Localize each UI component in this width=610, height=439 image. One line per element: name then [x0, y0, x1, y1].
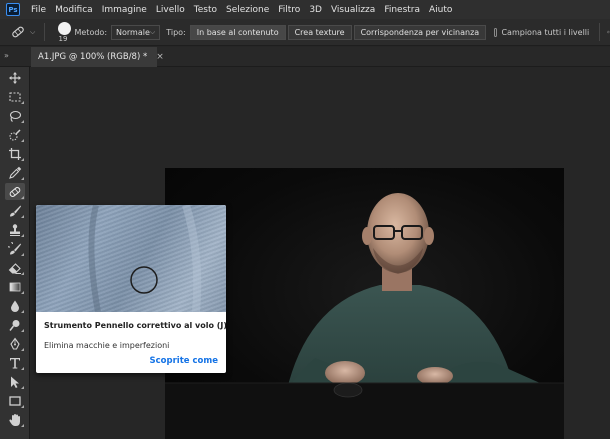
blur-tool[interactable]: [5, 297, 25, 314]
arrow-pointer-icon: [11, 376, 19, 388]
tooltip-preview-image: [36, 205, 226, 312]
gradient-tool[interactable]: [5, 278, 25, 295]
tooltip-description: Elimina macchie e imperfezioni: [44, 341, 170, 350]
type-icon: [10, 357, 20, 368]
dodge-icon: [9, 319, 20, 331]
type-tool[interactable]: [5, 354, 25, 371]
brush-tip-icon: [57, 21, 71, 35]
crop-tool[interactable]: [5, 145, 25, 162]
corner-indicator: [21, 158, 24, 161]
corner-indicator: [21, 120, 24, 123]
stamp-icon: [10, 223, 20, 236]
photoshop-logo: Ps: [6, 3, 20, 16]
corner-indicator: [21, 253, 24, 256]
corner-indicator: [21, 367, 24, 370]
chevron-down-icon: ⌵: [149, 27, 156, 36]
corner-indicator: [21, 234, 24, 237]
sample-all-layers-checkbox[interactable]: [494, 27, 498, 37]
menu-modifica[interactable]: Modifica: [55, 5, 93, 15]
menu-3d[interactable]: 3D: [309, 5, 322, 15]
lasso-icon: [9, 110, 22, 122]
crop-icon: [9, 147, 21, 160]
document-tab-bar: » A1.JPG @ 100% (RGB/8) * ×: [0, 47, 610, 67]
options-bar: ⌵ 19 ⌵ Metodo: Normale ⌵ Tipo: In base a…: [0, 19, 610, 46]
eraser-tool[interactable]: [5, 259, 25, 276]
learn-more-link[interactable]: Scoprite come: [150, 356, 218, 366]
chevron-down-icon: ⌵: [30, 27, 36, 36]
spot-healing-brush-tool[interactable]: [5, 183, 25, 200]
rectangle-icon: [9, 395, 21, 406]
corner-indicator: [21, 386, 24, 389]
corner-indicator: [21, 310, 24, 313]
tool-preset-picker[interactable]: ⌵: [9, 24, 35, 40]
corner-indicator: [21, 215, 24, 218]
corner-indicator: [21, 139, 24, 142]
corner-indicator: [21, 291, 24, 294]
corner-indicator: [21, 329, 24, 332]
eraser-icon: [8, 262, 21, 274]
document-tab[interactable]: A1.JPG @ 100% (RGB/8) * ×: [31, 47, 164, 67]
rectangle-tool[interactable]: [5, 392, 25, 409]
menu-livello[interactable]: Livello: [156, 5, 185, 15]
menu-immagine[interactable]: Immagine: [102, 5, 147, 15]
tools-panel: [0, 67, 30, 439]
menu-file[interactable]: File: [31, 5, 46, 15]
tipo-label: Tipo:: [166, 27, 186, 37]
corner-indicator: [21, 101, 24, 104]
brush-tool[interactable]: [5, 202, 25, 219]
clone-stamp-tool[interactable]: [5, 221, 25, 238]
sample-all-layers-label: Campiona tutti i livelli: [501, 27, 590, 37]
document-tab-title: A1.JPG @ 100% (RGB/8) *: [38, 52, 148, 62]
corner-indicator: [21, 348, 24, 351]
history-brush-icon: [8, 241, 21, 254]
metodo-label: Metodo:: [74, 27, 108, 37]
corner-indicator: [21, 196, 24, 199]
corner-indicator: [21, 405, 24, 408]
menu-testo[interactable]: Testo: [194, 5, 217, 15]
tipo-create-texture-button[interactable]: Crea texture: [287, 24, 352, 40]
eyedropper-tool[interactable]: [5, 164, 25, 181]
tipo-proximity-match-button[interactable]: Corrispondenza per vicinanza: [353, 24, 487, 40]
collapse-panels-icon[interactable]: »: [4, 51, 9, 60]
water-drop-icon: [11, 300, 19, 312]
history-brush-tool[interactable]: [5, 240, 25, 257]
brush-cursor-icon: [88, 205, 202, 312]
corner-indicator: [21, 272, 24, 275]
hand-icon: [9, 413, 20, 426]
corner-indicator: [21, 424, 24, 427]
menu-aiuto[interactable]: Aiuto: [429, 5, 452, 15]
menu-selezione[interactable]: Selezione: [226, 5, 269, 15]
brush-icon: [10, 205, 21, 216]
gradient-icon: [9, 282, 21, 291]
brush-size-picker[interactable]: 19: [55, 20, 71, 45]
menu-finestra[interactable]: Finestra: [384, 5, 420, 15]
dodge-tool[interactable]: [5, 316, 25, 333]
move-icon: [9, 71, 21, 84]
marquee-tool[interactable]: [5, 88, 25, 105]
menu-bar: Ps File Modifica Immagine Livello Testo …: [0, 0, 610, 19]
brush-size-value: 19: [58, 34, 68, 43]
eyedropper-icon: [9, 166, 22, 179]
metodo-select-value: Normale: [116, 27, 150, 37]
tipo-content-aware-button[interactable]: In base al contenuto: [189, 24, 286, 40]
tooltip-title: Strumento Pennello correttivo al volo (J…: [44, 321, 226, 330]
path-selection-tool[interactable]: [5, 373, 25, 390]
spot-healing-brush-icon: [9, 186, 21, 197]
tool-tooltip: Strumento Pennello correttivo al volo (J…: [36, 205, 226, 373]
spot-healing-brush-icon: [12, 26, 24, 38]
pen-tool[interactable]: [5, 335, 25, 352]
corner-indicator: [21, 177, 24, 180]
close-icon[interactable]: ×: [156, 52, 164, 62]
quick-selection-icon: [9, 128, 21, 141]
menu-visualizza[interactable]: Visualizza: [331, 5, 375, 15]
quick-selection-tool[interactable]: [5, 126, 25, 143]
lasso-tool[interactable]: [5, 107, 25, 124]
move-tool[interactable]: [5, 69, 25, 86]
hand-tool[interactable]: [5, 411, 25, 428]
pen-icon: [10, 337, 20, 350]
rectangle-marquee-icon: [9, 91, 21, 102]
menu-filtro[interactable]: Filtro: [278, 5, 300, 15]
metodo-select[interactable]: Normale ⌵: [111, 24, 161, 40]
